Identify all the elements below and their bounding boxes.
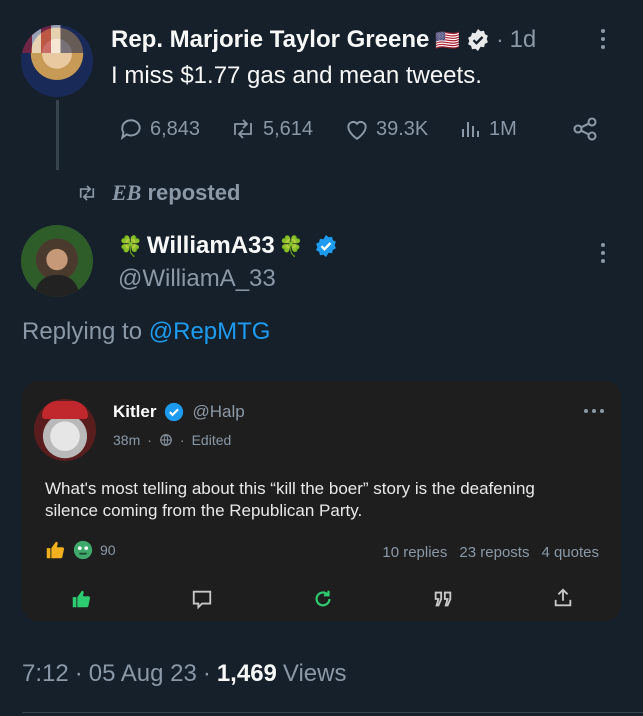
author-name[interactable]: Rep. Marjorie Taylor Greene [111,26,429,54]
card-verified-icon [165,402,184,422]
post-time[interactable]: 1d [510,26,537,54]
repost-count: 5,614 [263,117,314,140]
reply-button[interactable]: 6,843 [118,116,200,142]
card-text-line-2: silence coming from the Republican Party… [45,501,363,520]
card-more-options-icon[interactable] [584,409,604,413]
card-text-line-1: What's most telling about this “kill the… [45,479,535,498]
replying-to-line: Replying to @RepMTG [22,318,270,346]
post-footer: 7:12 · 05 Aug 23 · 1,469 Views [22,660,346,688]
thumbs-up-reaction-icon [46,541,65,559]
thread-line [56,100,59,170]
verified-badge-icon[interactable] [466,28,490,52]
heart-icon [347,121,367,140]
footer-time[interactable]: 7:12 [22,660,69,688]
repost-small-icon [79,185,95,201]
share-icon[interactable] [571,115,599,143]
avatar-kitler[interactable] [34,399,96,461]
reply-more-options-icon[interactable] [601,243,605,263]
views-count: 1M [489,117,517,140]
footer-sep-1: · [74,660,83,687]
like-button[interactable]: 39.3K [344,116,428,142]
embedded-post-card[interactable]: Kitler @Halp 38m · · Edited What's most … [22,381,621,621]
repost-label: reposted [147,180,241,205]
repost-button[interactable]: 5,614 [229,116,313,142]
verified-badge-blue-icon[interactable] [314,234,338,258]
card-like-button-icon[interactable] [70,588,92,610]
post-text: I miss $1.77 gas and mean tweets. [111,62,482,89]
footer-divider [22,712,643,713]
repost-user[interactable]: EB [112,180,141,205]
globe-icon [160,434,172,446]
clover-icon-2: 🍀 [278,235,304,258]
zombie-face-reaction-icon [73,540,93,560]
footer-views-count: 1,469 [216,660,277,687]
card-repost-button-icon[interactable] [312,588,334,610]
card-reposts-count[interactable]: 23 reposts [459,544,529,561]
footer-date[interactable]: 05 Aug 23 [89,660,197,688]
card-sep-2: · [179,432,185,448]
card-share-button-icon[interactable] [552,587,574,609]
avatar-williama33[interactable] [21,225,93,297]
replying-prefix: Replying to [22,318,143,345]
card-quote-button-icon[interactable] [432,588,454,610]
footer-sep-2: · [202,660,211,687]
like-count: 39.3K [376,117,429,140]
card-sep-1: · [147,432,152,448]
card-comment-button-icon[interactable] [191,588,213,610]
reply-author-name[interactable]: WilliamA33 [147,232,275,260]
flag-icon: 🇺🇸 [435,29,461,52]
card-edited-label[interactable]: Edited [192,432,232,448]
card-author-handle[interactable]: @Halp [192,402,244,422]
repost-icon [234,119,252,139]
views-button[interactable]: 1M [459,116,517,142]
reaction-count: 90 [100,542,116,558]
clover-icon: 🍀 [118,235,143,258]
replying-to-mention[interactable]: @RepMTG [149,318,271,345]
avatar-mtg[interactable] [21,25,93,97]
reply-author-handle[interactable]: @WilliamA_33 [118,265,276,293]
analytics-icon [462,122,479,137]
card-replies-count[interactable]: 10 replies [382,544,447,561]
more-options-icon[interactable] [601,29,605,49]
card-author-name[interactable]: Kitler [113,402,156,422]
card-quotes-count[interactable]: 4 quotes [541,544,599,561]
time-separator: · [496,27,504,52]
reply-icon [120,119,141,141]
card-time: 38m [113,432,141,448]
footer-views-label: Views [282,660,347,687]
repost-banner[interactable]: EB reposted [76,180,240,206]
reply-count: 6,843 [150,117,201,140]
